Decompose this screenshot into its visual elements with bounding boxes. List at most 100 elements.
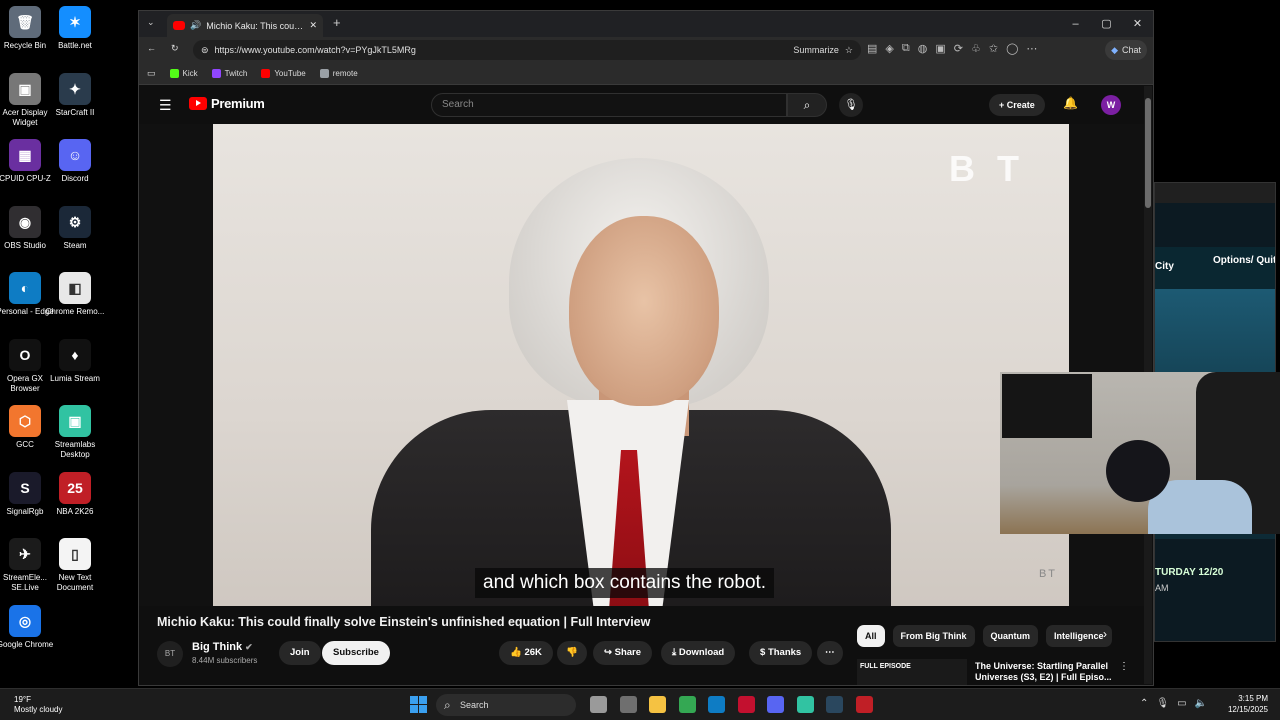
steam-icon[interactable]	[826, 696, 843, 713]
dislike-button[interactable]: 👎	[557, 641, 587, 665]
desktop-icon[interactable]: ▯ New Text Document	[44, 538, 106, 593]
maximize-button[interactable]: ▢	[1091, 11, 1122, 37]
app-icon: ◐	[9, 272, 41, 304]
city-menu-item[interactable]: City	[1155, 261, 1174, 272]
rec-more-icon[interactable]: ⋮	[1119, 661, 1129, 672]
summarize-button[interactable]: Summarize	[793, 45, 839, 55]
extension-icon[interactable]: ▤	[867, 42, 877, 55]
thanks-button[interactable]: $ Thanks	[749, 641, 813, 665]
filter-chip[interactable]: Quantum	[982, 625, 1039, 647]
refresh-icon[interactable]: ↻	[171, 43, 179, 54]
app-icon: O	[9, 338, 41, 371]
file-explorer-icon[interactable]	[649, 696, 666, 713]
app-icon: ◧	[59, 272, 91, 304]
search-button[interactable]: ⌕	[787, 93, 827, 117]
start-button[interactable]	[410, 696, 427, 713]
options-quit-menu-item[interactable]: Options/ Quit	[1213, 255, 1275, 266]
favorite-star-icon[interactable]: ☆	[845, 45, 853, 56]
game-window-titlebar[interactable]	[1155, 183, 1275, 203]
microphone-icon: 🎙	[844, 99, 858, 111]
profile-icon[interactable]: ◯	[1006, 42, 1018, 55]
desktop-icon[interactable]: ✶ Battle.net	[44, 6, 106, 51]
channel-name[interactable]: Big Think ✔	[192, 641, 253, 653]
back-icon[interactable]: ←	[147, 43, 156, 53]
subscribe-button[interactable]: Subscribe	[322, 641, 390, 665]
nba2k-icon[interactable]	[855, 696, 873, 713]
share-button[interactable]: ↪ Share	[593, 641, 653, 665]
extension-icon[interactable]: ♧	[971, 42, 981, 55]
speaker-icon[interactable]: 🔊	[190, 20, 201, 31]
bookmark-item[interactable]: remote	[319, 69, 358, 78]
filter-chip[interactable]: From Big Think	[892, 625, 975, 647]
task-view-icon[interactable]	[590, 696, 607, 713]
copilot-chat-button[interactable]: ◆ Chat	[1105, 40, 1147, 60]
new-tab-button[interactable]: +	[333, 15, 341, 30]
desktop-icon[interactable]: ▣ Streamlabs Desktop	[44, 405, 106, 460]
close-window-button[interactable]: ✕	[1122, 11, 1153, 37]
desktop-icon[interactable]: ⚙ Steam	[44, 205, 106, 251]
notifications-bell-icon[interactable]: 🔔	[1063, 96, 1078, 110]
youtube-logo[interactable]: Premium	[189, 96, 265, 111]
more-icon[interactable]: ⋯	[1026, 42, 1037, 55]
search-input[interactable]: Search	[431, 93, 787, 117]
clock[interactable]: 3:15 PM 12/15/2025	[1228, 693, 1268, 715]
bookmark-item[interactable]: Twitch	[211, 69, 247, 78]
edge-icon[interactable]	[708, 696, 725, 713]
extension-icon[interactable]: ◍	[918, 42, 928, 55]
bookmark-item[interactable]: Kick	[169, 69, 198, 78]
voice-search-button[interactable]: 🎙	[839, 93, 863, 117]
more-actions-button[interactable]: ⋯	[817, 641, 843, 665]
browser-tab[interactable]: 🔊 Michio Kaku: This could finally ✕	[167, 14, 323, 37]
video-player[interactable]: B T and which box contains the robot. BT	[139, 124, 1145, 606]
chevron-right-icon[interactable]: ›	[1103, 627, 1107, 641]
taskbar-search[interactable]: Search	[436, 694, 576, 716]
chevron-up-icon[interactable]: ⌃	[1140, 698, 1148, 709]
account-avatar[interactable]: W	[1101, 95, 1121, 115]
scrollbar-thumb[interactable]	[1145, 98, 1151, 208]
join-button[interactable]: Join	[279, 641, 321, 665]
hamburger-menu-icon[interactable]: ☰	[159, 97, 172, 114]
rec-title[interactable]: The Universe: Startling Parallel Univers…	[975, 661, 1115, 683]
thumbs-up-icon: 👍	[510, 647, 522, 658]
site-info-icon[interactable]: ⊜	[201, 45, 209, 56]
speaker-icon[interactable]: 🔈	[1195, 698, 1207, 709]
extension-icon[interactable]: ⧉	[902, 42, 910, 55]
download-button[interactable]: ⤓ Download	[661, 641, 736, 665]
app-icon: 25	[59, 471, 91, 504]
widgets-icon[interactable]	[619, 696, 637, 713]
minimize-button[interactable]: –	[1060, 11, 1091, 37]
bookmark-item[interactable]: YouTube	[261, 69, 306, 78]
microphone-icon[interactable]: 🎙	[1156, 698, 1169, 709]
channel-avatar[interactable]: BT	[157, 641, 183, 667]
extension-icon[interactable]: ⟳	[954, 42, 963, 55]
extension-icon[interactable]: ◈	[885, 42, 893, 55]
desktop-icon[interactable]: ◧ Chrome Remo...	[44, 272, 106, 317]
display-icon[interactable]: ▭	[1177, 698, 1186, 709]
weather-widget[interactable]: 19°F Mostly cloudy	[14, 695, 62, 715]
address-bar[interactable]: ⊜ https://www.youtube.com/watch?v=PYgJkT…	[193, 40, 861, 60]
close-tab-icon[interactable]: ✕	[309, 20, 317, 31]
webcam-overlay	[1000, 372, 1280, 534]
extension-icon[interactable]: ▣	[935, 42, 945, 55]
desktop-icon[interactable]: ✦ StarCraft II	[44, 72, 106, 118]
bookmarks-panel-icon[interactable]: ▭	[147, 68, 156, 79]
opera-gx-icon[interactable]	[737, 696, 755, 713]
tab-list-chevron-icon[interactable]: ⌄	[147, 17, 155, 28]
create-button[interactable]: + Create	[989, 94, 1045, 116]
chrome-icon[interactable]	[678, 696, 696, 713]
like-button[interactable]: 👍 26K	[499, 641, 553, 665]
filter-chip[interactable]: All	[857, 625, 885, 647]
discord-icon[interactable]	[767, 696, 784, 713]
system-tray: ⌃ 🎙 ▭ 🔈	[1140, 698, 1207, 709]
video-frame[interactable]: B T and which box contains the robot. BT	[213, 124, 1069, 606]
filter-chip[interactable]: Intelligence	[1046, 625, 1112, 647]
favorites-icon[interactable]: ✩	[989, 42, 998, 55]
desktop-icon[interactable]: ☺ Discord	[44, 139, 106, 184]
rec-thumbnail[interactable]: FULL EPISODE	[857, 659, 967, 685]
desktop-icon[interactable]: ♦ Lumia Stream	[44, 338, 106, 384]
desktop-icon[interactable]: 25 NBA 2K26	[44, 471, 106, 517]
recommended-video[interactable]: FULL EPISODE The Universe: Startling Par…	[857, 659, 1137, 685]
desktop-icon[interactable]: ◎ Google Chrome	[0, 604, 56, 650]
app-icon: ✶	[59, 6, 91, 38]
streamlabs-icon[interactable]	[796, 696, 814, 713]
